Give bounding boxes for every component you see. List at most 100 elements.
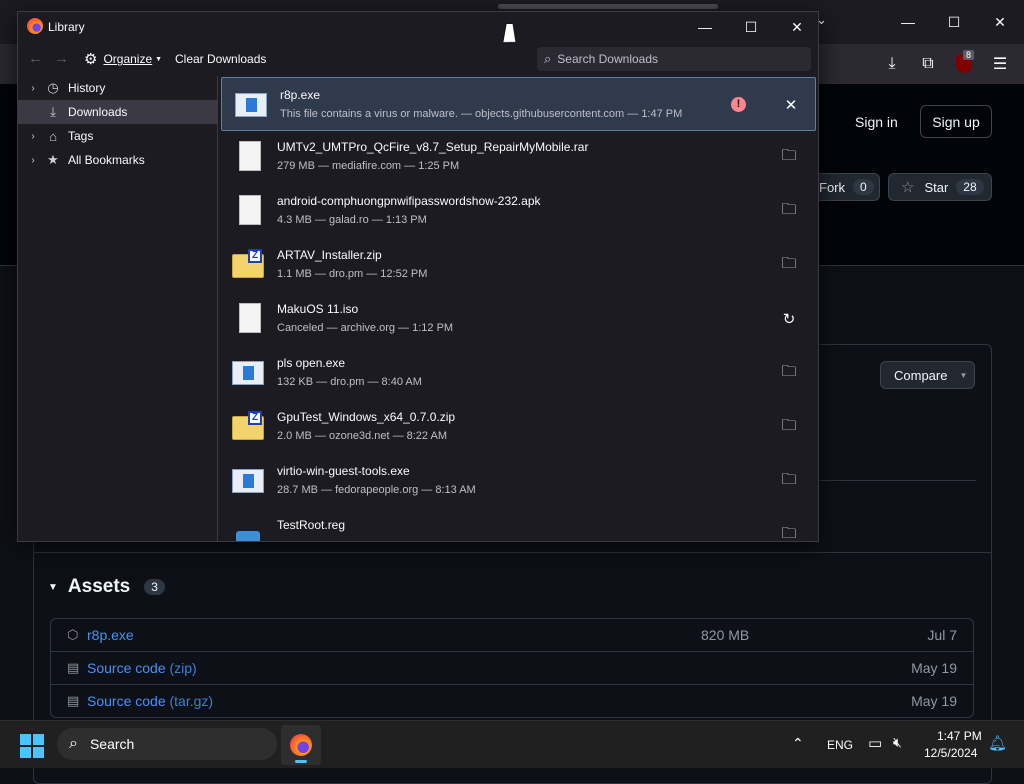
asset-date: May 19 xyxy=(911,660,957,676)
tray-chevron-up-icon[interactable]: ⌃ xyxy=(792,735,804,752)
taskbar-search-label: Search xyxy=(89,736,135,752)
browser-minimize-button[interactable]: — xyxy=(885,0,931,44)
close-icon[interactable]: ✕ xyxy=(779,93,803,117)
network-icon[interactable]: ▭ xyxy=(868,734,882,752)
sidebar-item-history[interactable]: › ◷ History xyxy=(18,76,218,100)
download-filename: virtio-win-guest-tools.exe xyxy=(277,464,410,478)
fork-label: Fork xyxy=(819,179,845,195)
tab-list-chevron-icon[interactable]: ⌄ xyxy=(816,12,836,32)
folder-icon[interactable]: 🗀︎ xyxy=(777,199,801,223)
folder-icon[interactable]: 🗀︎ xyxy=(777,145,801,169)
back-arrow-icon[interactable]: ← xyxy=(28,50,43,67)
folder-icon[interactable]: 🗀︎ xyxy=(777,361,801,385)
download-item[interactable]: TestRoot.reg 🗀︎ xyxy=(219,508,817,542)
package-icon: ⬡ xyxy=(67,627,79,642)
asset-date: May 19 xyxy=(911,693,957,709)
extensions-icon[interactable]: ⧉ xyxy=(910,46,946,82)
expand-chevron-icon[interactable]: › xyxy=(26,131,40,142)
taskbar-search-box[interactable]: ⌕ Search xyxy=(57,728,277,760)
download-item[interactable]: Z GpuTest_Windows_x64_0.7.0.zip 2.0 MB — o… xyxy=(219,400,817,454)
folder-icon[interactable]: 🗀︎ xyxy=(777,469,801,493)
library-titlebar[interactable]: Library — ☐ ✕ xyxy=(18,12,818,42)
gear-icon: ⚙ xyxy=(84,51,98,68)
download-item[interactable]: android-comphuongpnwifipasswordshow-232.… xyxy=(219,184,817,238)
browser-maximize-button[interactable]: ☐ xyxy=(931,0,977,44)
asset-row: ▤ Source code (zip) May 19 xyxy=(50,651,974,685)
download-icon: ⤓ xyxy=(50,104,56,119)
download-item[interactable]: virtio-win-guest-tools.exe 28.7 MB — fedo… xyxy=(219,454,817,508)
forward-arrow-icon[interactable]: → xyxy=(54,50,69,67)
chevron-down-icon: ▼ xyxy=(155,55,163,63)
caret-down-icon: ▼ xyxy=(48,581,58,593)
clock-time[interactable]: 1:47 PM xyxy=(937,729,982,743)
menu-icon[interactable]: ☰ xyxy=(982,46,1018,82)
star-icon: ★ xyxy=(47,152,59,167)
file-reg-icon xyxy=(232,519,264,541)
organize-label: Organize xyxy=(103,52,153,66)
ublock-icon[interactable]: 8 xyxy=(946,46,982,82)
notification-bell-icon[interactable]: 🔔︎ xyxy=(988,734,1007,752)
assets-count: 3 xyxy=(144,579,165,595)
download-item[interactable]: pls open.exe 132 KB — dro.pm — 8:40 AM 🗀︎ xyxy=(219,346,817,400)
assets-title: Assets xyxy=(67,576,131,597)
download-item[interactable]: Z ARTAV_Installer.zip 1.1 MB — dro.pm — 12… xyxy=(219,238,817,292)
download-status: This file contains a virus or malware. —… xyxy=(280,108,683,120)
volume-muted-icon[interactable]: 🔇︎ xyxy=(893,734,902,751)
asset-row: ▤ Source code (tar.gz) May 19 xyxy=(50,684,974,718)
search-downloads-input[interactable]: ⌕ Search Downloads xyxy=(537,47,811,71)
asset-link[interactable]: Source code (zip) xyxy=(87,660,197,676)
sidebar-item-tags[interactable]: › ⌂ Tags xyxy=(18,124,218,148)
compare-label: Compare xyxy=(894,367,948,383)
ublock-badge: 8 xyxy=(963,50,975,60)
folder-icon[interactable]: 🗀︎ xyxy=(777,415,801,439)
fork-count: 0 xyxy=(853,179,874,195)
warning-icon: ! xyxy=(731,97,746,112)
folder-icon[interactable]: 🗀︎ xyxy=(777,253,801,277)
chevron-down-icon: ▼ xyxy=(959,370,968,380)
folder-icon[interactable]: 🗀︎ xyxy=(777,523,801,542)
organize-button[interactable]: ⚙ Organize ▼ xyxy=(84,50,162,68)
windows-start-icon[interactable] xyxy=(20,734,44,758)
clear-downloads-button[interactable]: Clear Downloads xyxy=(175,52,266,66)
file-exe-icon xyxy=(232,357,264,389)
sidebar-item-label: All Bookmarks xyxy=(68,153,145,167)
library-toolbar: ← → ⚙ Organize ▼ Clear Downloads ⌕ Searc… xyxy=(18,42,818,76)
download-item[interactable]: MakuOS 11.iso Canceled — archive.org — 1:… xyxy=(219,292,817,346)
download-filename: TestRoot.reg xyxy=(277,518,346,532)
sign-in-link[interactable]: Sign in xyxy=(855,114,898,130)
sign-up-button[interactable]: Sign up xyxy=(920,105,992,138)
taskbar-firefox-button[interactable] xyxy=(281,725,321,765)
expand-chevron-icon[interactable]: › xyxy=(26,83,40,94)
file-zip-icon: ▤ xyxy=(67,693,80,708)
star-count: 28 xyxy=(956,179,984,195)
asset-row: ⬡ r8p.exe 820 MB Jul 7 xyxy=(50,618,974,652)
star-button[interactable]: ☆ Star 28 xyxy=(888,173,992,201)
expand-chevron-icon[interactable]: › xyxy=(26,155,40,166)
clock-date[interactable]: 12/5/2024 xyxy=(924,746,977,760)
file-zip-icon: Z xyxy=(232,411,264,443)
download-status: 28.7 MB — fedorapeople.org — 8:13 AM xyxy=(277,484,476,496)
asset-link[interactable]: Source code (tar.gz) xyxy=(87,693,213,709)
sidebar-item-label: History xyxy=(68,81,106,95)
asset-size: 820 MB xyxy=(701,627,750,643)
browser-close-button[interactable]: ✕ xyxy=(977,0,1023,44)
download-filename: r8p.exe xyxy=(280,88,321,102)
sidebar-item-all-bookmarks[interactable]: › ★ All Bookmarks xyxy=(18,148,218,172)
library-title: Library xyxy=(48,20,85,34)
sidebar-item-label: Tags xyxy=(68,129,94,143)
download-item[interactable]: r8p.exe This file contains a virus or mal… xyxy=(221,77,816,131)
download-filename: UMTv2_UMTPro_QcFire_v8.7_Setup_RepairMyM… xyxy=(277,140,589,154)
asset-date: Jul 7 xyxy=(927,627,957,643)
assets-header[interactable]: ▼ Assets 3 xyxy=(48,576,165,598)
asset-link[interactable]: r8p.exe xyxy=(87,627,134,643)
download-status: 132 KB — dro.pm — 8:40 AM xyxy=(277,376,422,388)
language-indicator[interactable]: ENG xyxy=(827,738,853,752)
sidebar-item-downloads[interactable]: ⤓ Downloads xyxy=(18,100,218,124)
tab-scroll-indicator xyxy=(498,4,718,9)
download-item[interactable]: UMTv2_UMTPro_QcFire_v8.7_Setup_RepairMyM… xyxy=(219,130,817,184)
compare-button[interactable]: Compare ▼ xyxy=(880,361,975,389)
retry-icon[interactable]: ↻ xyxy=(777,307,801,331)
download-icon[interactable]: ⤓ xyxy=(874,46,910,82)
library-window: Library — ☐ ✕ ← → ⚙ Organize ▼ Clear Dow… xyxy=(17,11,819,542)
firefox-logo-icon xyxy=(27,18,43,34)
